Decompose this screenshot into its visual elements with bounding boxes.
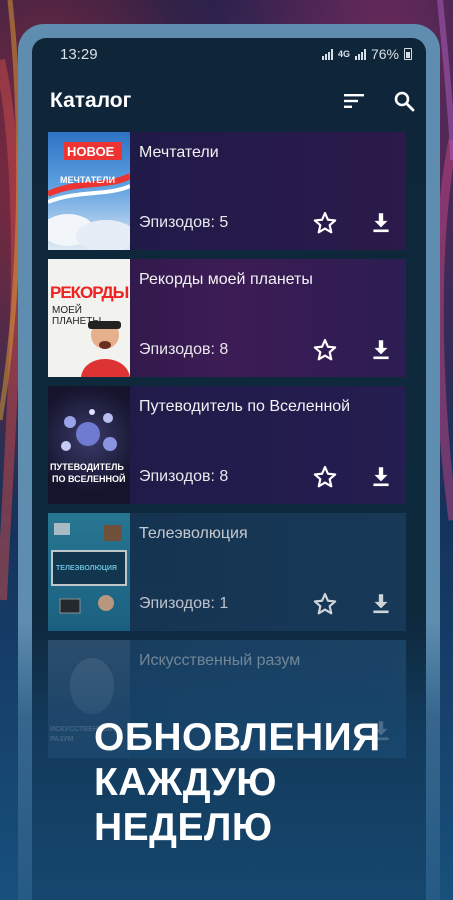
poster-art <box>51 523 127 614</box>
catalog-item[interactable]: НОВОЕ МЕЧТАТЕЛИ Мечтатели Эпизодов: 5 <box>48 132 406 250</box>
poster-caption-2: МОЕЙ ПЛАНЕТЫ <box>52 305 102 327</box>
favorite-star-icon[interactable] <box>312 591 338 617</box>
poster-caption: ПУТЕВОДИТЕЛЬ <box>50 462 124 472</box>
catalog-item[interactable]: ПУТЕВОДИТЕЛЬ ПО ВСЕЛЕННОЙ Путеводитель п… <box>48 386 406 504</box>
poster-image: ПУТЕВОДИТЕЛЬ ПО ВСЕЛЕННОЙ <box>48 386 130 504</box>
status-icons: 4G 76% <box>321 46 412 62</box>
episode-count: Эпизодов: 8 <box>139 468 229 485</box>
poster-caption-2: ПО ВСЕЛЕННОЙ <box>52 474 126 484</box>
signal-icon <box>321 48 333 60</box>
promo-line-3: НЕДЕЛЮ <box>94 806 273 849</box>
download-icon[interactable] <box>368 464 394 490</box>
catalog-item[interactable]: РЕКОРДЫ МОЕЙ ПЛАНЕТЫ Рекорды моей планет… <box>48 259 406 377</box>
poster-caption-2: МЕЧТАТЕЛИ <box>60 175 116 185</box>
poster-caption-2: РАЗУМ <box>50 736 74 743</box>
status-time: 13:29 <box>60 45 98 63</box>
promo-line-1: ОБНОВЛЕНИЯ <box>94 716 381 759</box>
battery-level: 76% <box>370 46 399 62</box>
search-button[interactable] <box>386 83 422 119</box>
poster-art <box>61 409 117 451</box>
poster-caption: ТЕЛЕЭВОЛЮЦИЯ <box>56 565 117 572</box>
item-title: Мечтатели <box>139 144 219 161</box>
sort-icon <box>344 94 364 108</box>
favorite-star-icon[interactable] <box>312 464 338 490</box>
network-type: 4G <box>337 48 350 59</box>
download-icon[interactable] <box>368 210 394 236</box>
poster-caption: НОВОЕ <box>67 144 115 159</box>
sort-button[interactable] <box>336 83 372 119</box>
poster-image: НОВОЕ МЕЧТАТЕЛИ <box>48 132 130 250</box>
poster-image: РЕКОРДЫ МОЕЙ ПЛАНЕТЫ <box>48 259 130 377</box>
download-icon[interactable] <box>368 337 394 363</box>
episode-count: Эпизодов: 8 <box>139 341 229 358</box>
episode-count: Эпизодов: 5 <box>139 214 229 231</box>
item-title: Путеводитель по Вселенной <box>139 398 351 415</box>
signal-icon-2 <box>354 48 366 60</box>
app-toolbar: Каталог <box>32 70 426 132</box>
download-icon[interactable] <box>368 591 394 617</box>
poster-caption: РЕКОРДЫ <box>50 283 129 302</box>
page-title: Каталог <box>50 89 132 112</box>
item-title: Искусственный разум <box>139 652 301 669</box>
promo-line-2: КАЖДУЮ <box>94 761 277 804</box>
status-bar: 13:29 4G 76% <box>32 38 426 70</box>
catalog-item[interactable]: ТЕЛЕЭВОЛЮЦИЯ Телеэволюция Эпизодов: 1 <box>48 513 406 631</box>
episode-count: Эпизодов: 1 <box>139 595 229 612</box>
item-title: Рекорды моей планеты <box>139 271 313 288</box>
search-icon <box>394 91 415 112</box>
item-title: Телеэволюция <box>139 525 248 542</box>
catalog-list: НОВОЕ МЕЧТАТЕЛИ Мечтатели Эпизодов: 5 РЕ… <box>48 132 406 767</box>
promo-headline: ОБНОВЛЕНИЯ КАЖДУЮ НЕДЕЛЮ <box>94 715 381 850</box>
battery-icon <box>404 48 412 60</box>
favorite-star-icon[interactable] <box>312 337 338 363</box>
favorite-star-icon[interactable] <box>312 210 338 236</box>
poster-image: ТЕЛЕЭВОЛЮЦИЯ <box>48 513 130 631</box>
